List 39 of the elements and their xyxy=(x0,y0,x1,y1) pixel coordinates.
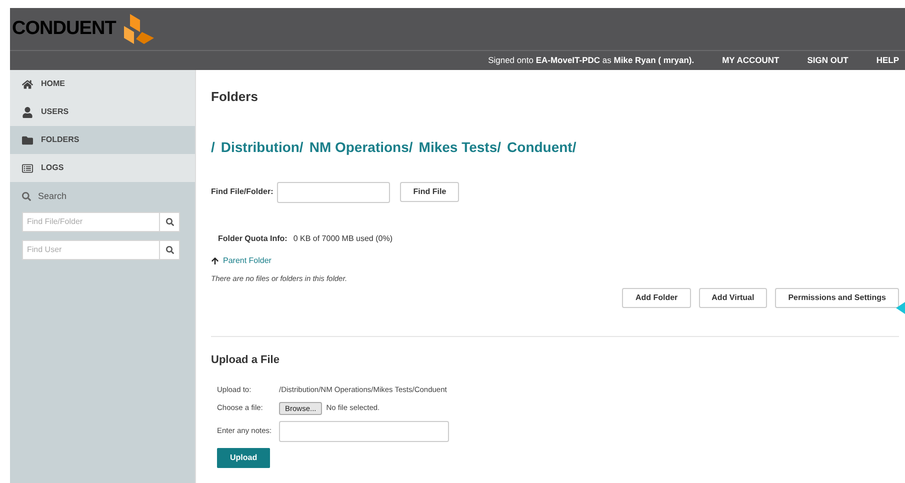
breadcrumb-separator: / xyxy=(211,138,215,156)
search-icon xyxy=(166,218,174,226)
header-link[interactable]: MY ACCOUNT xyxy=(722,54,780,67)
breadcrumb-link[interactable]: Mikes Tests/ xyxy=(418,136,502,158)
quota-value: 0 KB of 7000 MB used (0%) xyxy=(293,232,392,244)
breadcrumb-link[interactable]: NM Operations/ xyxy=(309,136,413,158)
search-field[interactable]: Find File/Folder xyxy=(22,212,160,232)
search-field[interactable]: Find User xyxy=(22,240,160,260)
user-icon xyxy=(22,106,33,118)
upload-button[interactable]: Upload xyxy=(217,448,270,468)
folder-icon xyxy=(22,134,33,146)
pointer-icon xyxy=(896,302,905,314)
section-title: Upload a File xyxy=(211,352,280,368)
breadcrumb-link[interactable]: Distribution/ xyxy=(220,136,304,158)
action-button[interactable]: Permissions and Settings xyxy=(775,288,899,308)
list-icon xyxy=(22,162,33,174)
home-icon xyxy=(22,78,33,90)
nav-item[interactable]: FOLDERS xyxy=(10,126,195,154)
search-button[interactable] xyxy=(160,240,180,260)
header-link[interactable]: SIGN OUT xyxy=(807,54,848,67)
search-icon xyxy=(166,246,174,254)
page-title: Folders xyxy=(211,88,259,106)
breadcrumb-link[interactable]: Conduent/ xyxy=(507,136,576,158)
action-button[interactable]: Add Folder xyxy=(622,288,691,308)
notes-input-field[interactable] xyxy=(279,420,449,442)
header-link[interactable]: HELP xyxy=(876,54,899,67)
parent-folder-link[interactable]: Parent Folder xyxy=(223,254,272,266)
action-button[interactable]: Add Virtual xyxy=(698,288,768,308)
search-icon xyxy=(22,192,31,202)
find-file-button[interactable]: Find File xyxy=(400,182,460,202)
search-button[interactable] xyxy=(160,212,180,232)
search-label: Search xyxy=(38,190,67,203)
up-arrow-icon xyxy=(211,256,219,264)
signed-in-text: Signed onto EA-MoveIT-PDC as Mike Ryan ( mryan). xyxy=(488,54,694,67)
find-input-field[interactable] xyxy=(277,182,390,202)
quota-label: Folder Quota Info: xyxy=(218,232,288,244)
find-label: Find File/Folder: xyxy=(211,186,274,198)
logo-icon xyxy=(122,12,156,46)
logo-text: CONDUENT xyxy=(12,16,116,41)
